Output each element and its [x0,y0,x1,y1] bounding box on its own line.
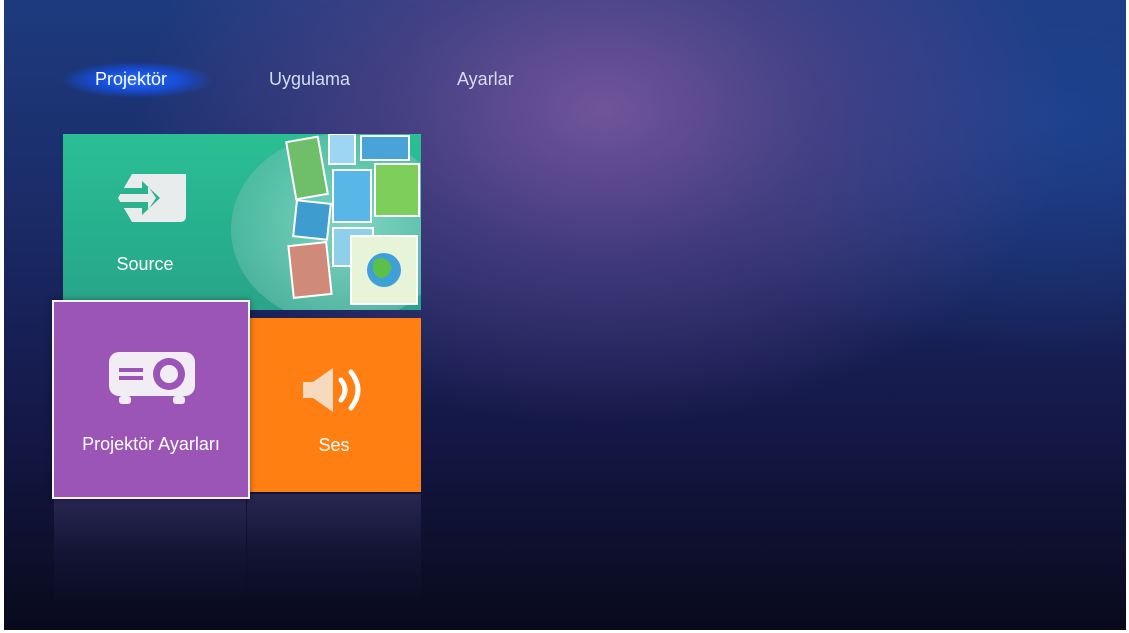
sound-tile[interactable]: Ses [247,318,421,492]
top-navigation: Projektör Uygulama Ayarlar [4,0,1126,120]
projector-icon [109,352,195,404]
source-tile[interactable]: Source [63,134,421,310]
projector-settings-label: Projektör Ayarları [82,434,220,454]
tile-reflection [247,494,421,604]
source-input-icon [118,174,186,222]
speaker-icon [303,368,361,412]
tab-ayarlar[interactable]: Ayarlar [457,66,514,92]
projector-settings-tile[interactable]: Projektör Ayarları [52,300,250,499]
tab-uygulama[interactable]: Uygulama [269,66,350,92]
tile-reflection [54,498,246,608]
home-screen: Projektör Uygulama Ayarlar Source Ses Pr… [4,0,1126,630]
media-collage-image [231,134,421,310]
sound-label: Ses [318,435,350,455]
source-label: Source [116,254,174,274]
tab-projektor[interactable]: Projektör [95,66,167,92]
